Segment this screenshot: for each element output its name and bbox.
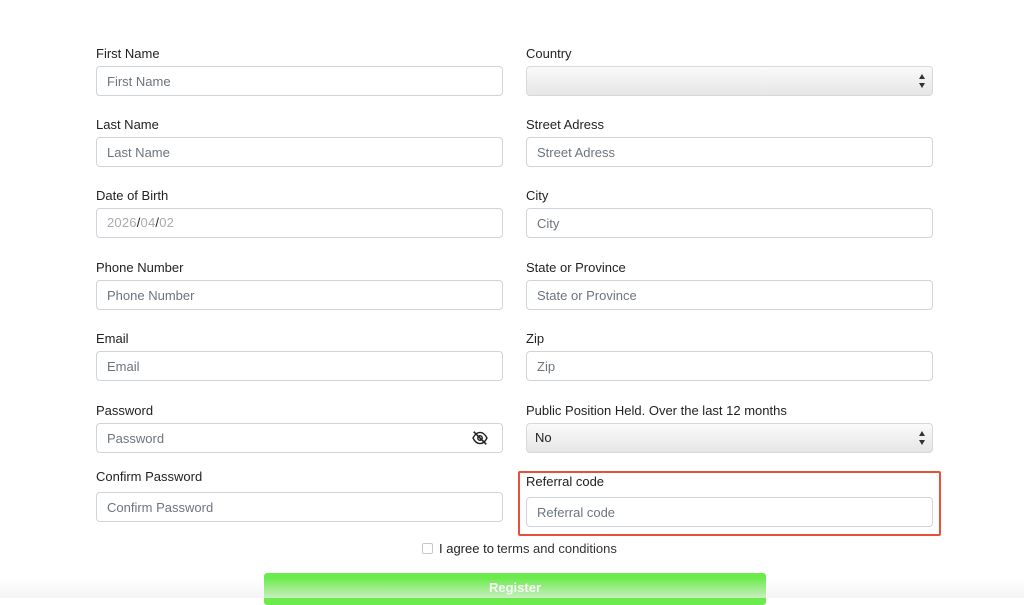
state-label: State or Province: [526, 260, 626, 275]
first-name-input[interactable]: [96, 66, 503, 96]
eye-slash-icon[interactable]: [471, 431, 489, 445]
first-name-group: First Name: [96, 45, 503, 96]
zip-group: Zip: [526, 330, 933, 381]
street-group: Street Adress: [526, 116, 933, 167]
confirm-password-label: Confirm Password: [96, 469, 203, 484]
dob-input[interactable]: 2026/04/02: [96, 208, 503, 238]
email-label: Email: [96, 331, 129, 346]
referral-highlight-box: [518, 471, 941, 536]
first-name-label: First Name: [96, 46, 160, 61]
confirm-password-group: Confirm Password: [96, 468, 503, 522]
phone-group: Phone Number: [96, 259, 503, 310]
state-input[interactable]: [526, 280, 933, 310]
confirm-password-input[interactable]: [96, 492, 503, 522]
city-input[interactable]: [526, 208, 933, 238]
last-name-group: Last Name: [96, 116, 503, 167]
last-name-input[interactable]: [96, 137, 503, 167]
select-arrows-icon: [918, 74, 926, 88]
dob-day[interactable]: 02: [159, 215, 174, 230]
password-input[interactable]: [96, 423, 503, 453]
country-group: Country: [526, 45, 933, 96]
city-label: City: [526, 188, 549, 203]
state-group: State or Province: [526, 259, 933, 310]
zip-input[interactable]: [526, 351, 933, 381]
country-select[interactable]: [526, 66, 933, 96]
email-group: Email: [96, 330, 503, 381]
phone-input[interactable]: [96, 280, 503, 310]
public-position-label: Public Position Held. Over the last 12 m…: [526, 403, 787, 418]
phone-label: Phone Number: [96, 260, 184, 275]
last-name-label: Last Name: [96, 117, 159, 132]
street-label: Street Adress: [526, 117, 605, 132]
dob-label: Date of Birth: [96, 188, 169, 203]
agree-terms-row: I agree to terms and conditions: [422, 540, 617, 556]
agree-text: I agree to: [439, 540, 494, 556]
register-button[interactable]: Register: [264, 573, 766, 605]
email-input[interactable]: [96, 351, 503, 381]
city-group: City: [526, 187, 933, 238]
password-group: Password: [96, 402, 503, 453]
country-label: Country: [526, 46, 572, 61]
public-position-group: Public Position Held. Over the last 12 m…: [526, 402, 933, 453]
password-label: Password: [96, 403, 154, 418]
dob-group: Date of Birth 2026/04/02: [96, 187, 503, 238]
terms-link[interactable]: terms and conditions: [497, 541, 617, 556]
public-position-select-value: No: [535, 430, 552, 445]
street-input[interactable]: [526, 137, 933, 167]
select-arrows-icon: [918, 431, 926, 445]
dob-year[interactable]: 2026: [107, 215, 137, 230]
zip-label: Zip: [526, 331, 545, 346]
public-position-select[interactable]: No: [526, 423, 933, 453]
agree-checkbox[interactable]: [422, 542, 433, 554]
dob-month[interactable]: 04: [141, 215, 156, 230]
